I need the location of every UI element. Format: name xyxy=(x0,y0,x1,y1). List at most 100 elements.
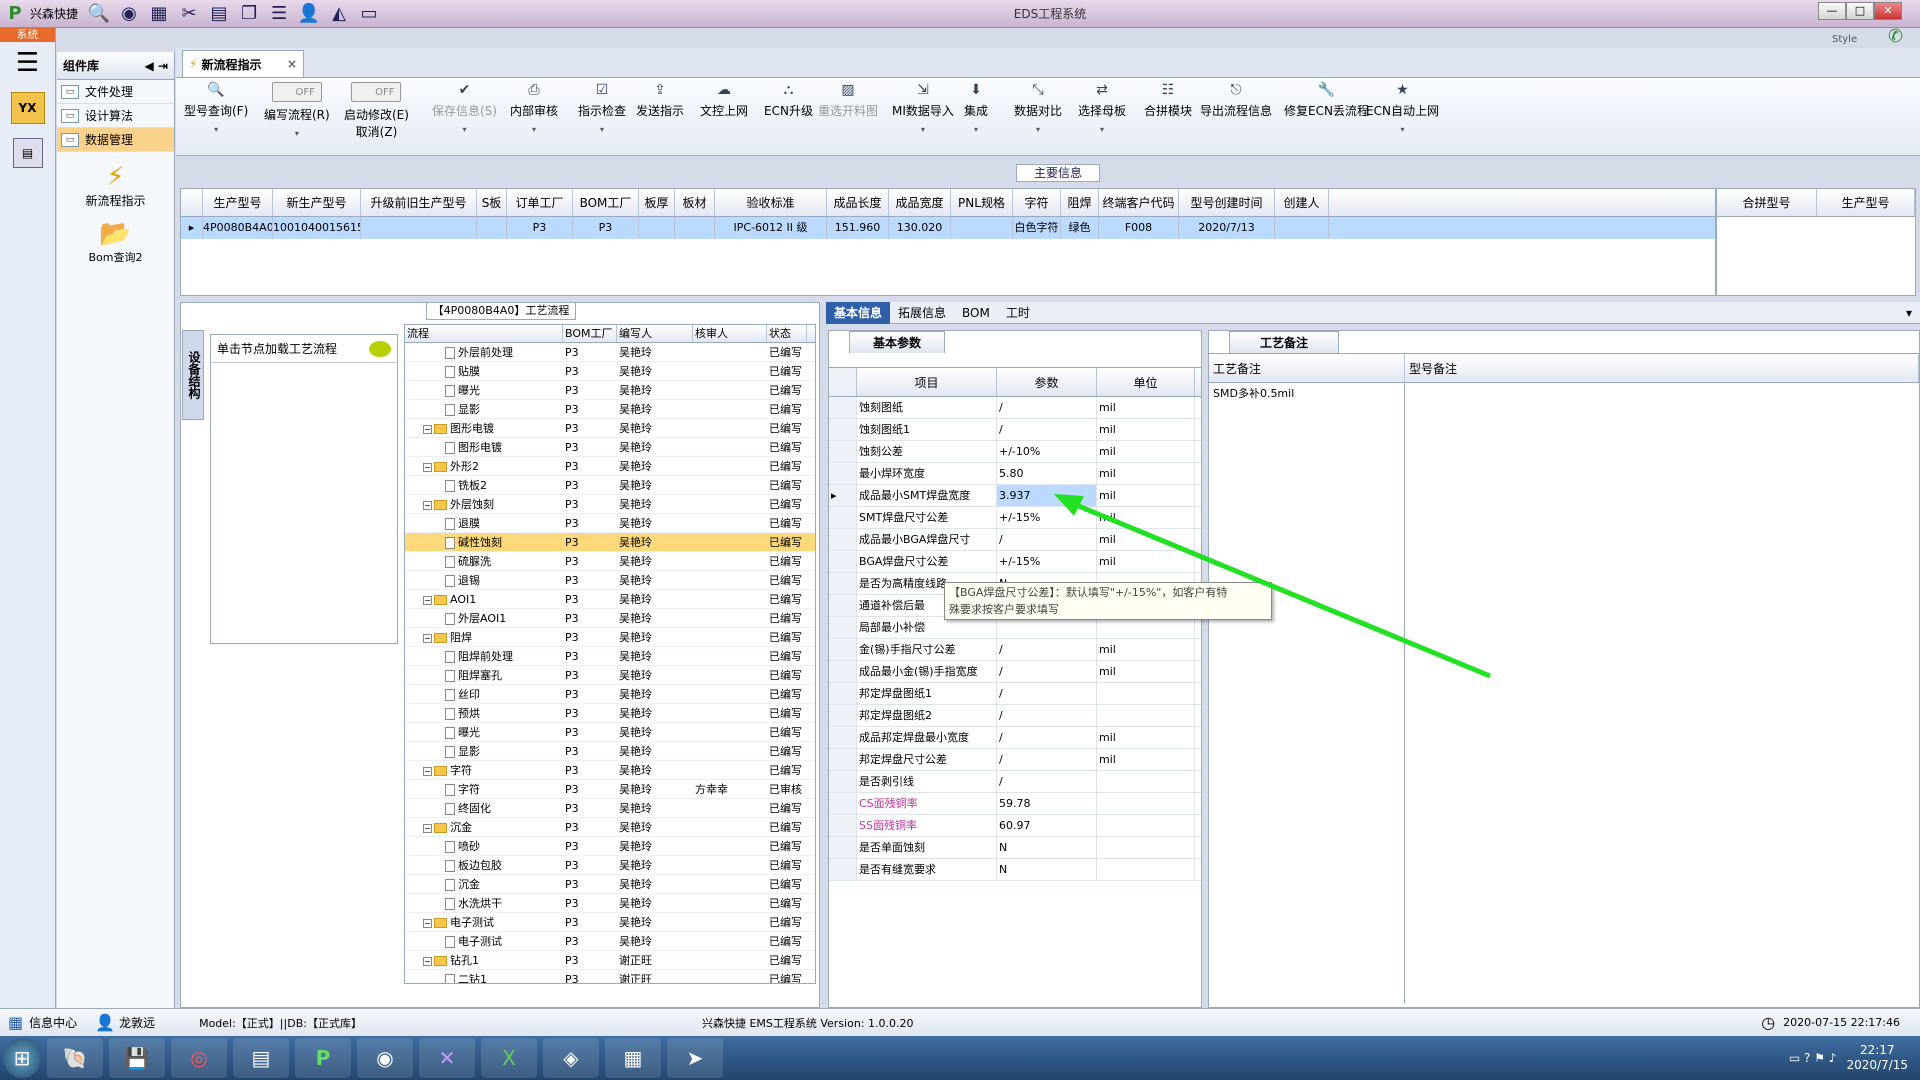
monitor-icon[interactable]: ▭ xyxy=(354,2,384,26)
tray-icons[interactable]: ▭ ? ⚑ ♪ xyxy=(1789,1051,1837,1065)
tree-row[interactable]: 外层前处理 P3 吴艳玲 已编写 xyxy=(405,343,815,362)
ribbon-btn-16[interactable]: 🔧 修复ECN丢流程 xyxy=(1284,82,1369,119)
tree-node[interactable]: 二钻1 xyxy=(405,970,563,983)
scissors-icon[interactable]: ✂ xyxy=(174,2,204,26)
calculator-icon[interactable]: ▤ xyxy=(12,138,43,168)
dropdown-arrow-icon[interactable]: ▾ xyxy=(532,125,536,134)
tree-row[interactable]: 水洗烘干 P3 吴艳玲 已编写 xyxy=(405,894,815,913)
right-tab-1[interactable]: 拓展信息 xyxy=(890,302,954,324)
param-row[interactable]: 是否单面蚀刻 N xyxy=(829,837,1201,859)
lib-item-data[interactable]: ▭ 数据管理 xyxy=(57,128,174,152)
param-row[interactable]: 邦定焊盘图纸2/ xyxy=(829,705,1201,727)
tree-node[interactable]: − 图形电镀 xyxy=(405,419,563,437)
equipment-structure-tab[interactable]: 设备结构 xyxy=(182,330,204,420)
pin-icon[interactable]: ⇥ xyxy=(158,59,168,73)
collapse-icon[interactable]: ◀ xyxy=(145,59,154,73)
tree-row[interactable]: − 电子测试 P3 吴艳玲 已编写 xyxy=(405,913,815,932)
grid-col-header[interactable]: 板厚 xyxy=(639,189,675,216)
tree-row[interactable]: 铣板2 P3 吴艳玲 已编写 xyxy=(405,476,815,495)
col-reviewer[interactable]: 核审人 xyxy=(693,325,767,342)
tree-node[interactable]: − 外层蚀刻 xyxy=(405,495,563,513)
close-tab-icon[interactable]: × xyxy=(287,57,297,71)
tree-row[interactable]: 退膜 P3 吴艳玲 已编写 xyxy=(405,514,815,533)
basic-params-tab[interactable]: 基本参数 xyxy=(849,331,945,353)
grid-col-header[interactable]: 成品宽度 xyxy=(889,189,951,216)
process-notes-textarea[interactable]: SMD多补0.5mil xyxy=(1209,383,1405,1003)
param-row[interactable]: 是否有缝宽要求 N xyxy=(829,859,1201,881)
ribbon-btn-6[interactable]: ⇪ 发送指示 xyxy=(636,82,684,119)
param-value[interactable]: / xyxy=(997,727,1097,748)
row-selector-icon[interactable]: ▸ xyxy=(181,217,203,239)
ribbon-btn-3[interactable]: ✔ 保存信息(S) ▾ xyxy=(432,82,497,134)
save-app-icon[interactable]: 💾 xyxy=(109,1038,165,1078)
tree-row[interactable]: 丝印 P3 吴艳玲 已编写 xyxy=(405,685,815,704)
grid-cell[interactable] xyxy=(639,217,675,239)
tree-node[interactable]: − 电子测试 xyxy=(405,913,563,931)
grid-cell[interactable] xyxy=(951,217,1013,239)
excel-app-icon[interactable]: X xyxy=(481,1038,537,1078)
toggle-switch[interactable]: OFF xyxy=(351,82,402,102)
param-row[interactable]: CS面残铜率 59.78 xyxy=(829,793,1201,815)
tree-row[interactable]: 预烘 P3 吴艳玲 已编写 xyxy=(405,704,815,723)
param-row[interactable]: 是否剥引线 / xyxy=(829,771,1201,793)
col-status[interactable]: 状态 xyxy=(767,325,807,342)
red-app-icon[interactable]: ◎ xyxy=(171,1038,227,1078)
tree-node[interactable]: 丝印 xyxy=(405,685,563,703)
grid-col-header[interactable]: 成品长度 xyxy=(827,189,889,216)
grid-col-header[interactable]: 验收标准 xyxy=(715,189,827,216)
right-tab-3[interactable]: 工时 xyxy=(998,302,1038,324)
grid-col-header[interactable]: PNL规格 xyxy=(951,189,1013,216)
info-center-icon[interactable]: ▦ xyxy=(8,1013,23,1032)
grid-col-header[interactable]: 生产型号 xyxy=(203,189,273,216)
col-unit[interactable]: 单位 xyxy=(1097,368,1195,396)
tree-row[interactable]: − AOI1 P3 吴艳玲 已编写 xyxy=(405,590,815,609)
tree-node[interactable]: − 字符 xyxy=(405,761,563,779)
bom-query-button[interactable]: 📂 Bom查询2 xyxy=(57,219,174,265)
phone-icon[interactable]: ✆ xyxy=(1888,26,1903,47)
grid-cell[interactable] xyxy=(477,217,507,239)
tree-node[interactable]: 硫脲洗 xyxy=(405,552,563,570)
tree-node[interactable]: 电子测试 xyxy=(405,932,563,950)
col-model-notes[interactable]: 型号备注 xyxy=(1405,354,1919,382)
param-value[interactable]: / xyxy=(997,749,1097,770)
tree-node[interactable]: 贴膜 xyxy=(405,362,563,380)
grid-icon[interactable]: ▦ xyxy=(144,2,174,26)
prod-col[interactable]: 生产型号 xyxy=(1817,189,1915,216)
notepad-app-icon[interactable]: ▤ xyxy=(233,1038,289,1078)
chat-app-icon[interactable]: ➤ xyxy=(667,1038,723,1078)
dropdown-arrow-icon[interactable]: ▾ xyxy=(921,125,925,134)
model-notes-textarea[interactable] xyxy=(1405,383,1919,1003)
param-value[interactable]: +/-10% xyxy=(997,441,1097,462)
expand-icon[interactable]: − xyxy=(423,766,432,776)
tree-node[interactable]: 退膜 xyxy=(405,514,563,532)
style-label[interactable]: Style xyxy=(1832,34,1857,45)
param-value[interactable]: N xyxy=(997,837,1097,858)
ribbon-btn-5[interactable]: ☑ 指示检查 ▾ xyxy=(578,82,626,134)
eye-app-icon[interactable]: ◉ xyxy=(357,1038,413,1078)
expand-icon[interactable]: − xyxy=(423,462,432,472)
minimize-button[interactable]: — xyxy=(1818,2,1846,20)
tree-node[interactable]: 阻焊塞孔 xyxy=(405,666,563,684)
tree-row[interactable]: 板边包胶 P3 吴艳玲 已编写 xyxy=(405,856,815,875)
tree-row[interactable]: − 图形电镀 P3 吴艳玲 已编写 xyxy=(405,419,815,438)
dropdown-arrow-icon[interactable]: ▾ xyxy=(1036,125,1040,134)
grid-col-header[interactable]: 型号创建时间 xyxy=(1179,189,1275,216)
tree-row[interactable]: 沉金 P3 吴艳玲 已编写 xyxy=(405,875,815,894)
grid-cell[interactable]: F008 xyxy=(1099,217,1179,239)
calc-app-icon[interactable]: ▦ xyxy=(605,1038,661,1078)
tree-row[interactable]: 碱性蚀刻 P3 吴艳玲 已编写 xyxy=(405,533,815,552)
ribbon-btn-8[interactable]: ⛬ ECN升级 xyxy=(764,82,813,119)
tree-node[interactable]: 板边包胶 xyxy=(405,856,563,874)
right-tab-2[interactable]: BOM xyxy=(954,302,998,324)
ribbon-btn-14[interactable]: ☷ 合拼模块 xyxy=(1144,82,1192,119)
grid-cell[interactable]: 151.960 xyxy=(827,217,889,239)
expand-icon[interactable]: − xyxy=(423,956,432,966)
expand-icon[interactable]: − xyxy=(423,500,432,510)
expand-icon[interactable]: − xyxy=(423,918,432,928)
param-row[interactable]: SS面残铜率 60.97 xyxy=(829,815,1201,837)
grid-cell[interactable]: 4P0080B4A0 xyxy=(203,217,273,239)
tree-node[interactable]: 外层AOI1 xyxy=(405,609,563,627)
grid-row[interactable]: ▸4P0080B4A010010400156155 P3P3 IPC-6012 II… xyxy=(181,217,1715,239)
tree-node[interactable]: 沉金 xyxy=(405,875,563,893)
tree-node[interactable]: 水洗烘干 xyxy=(405,894,563,912)
